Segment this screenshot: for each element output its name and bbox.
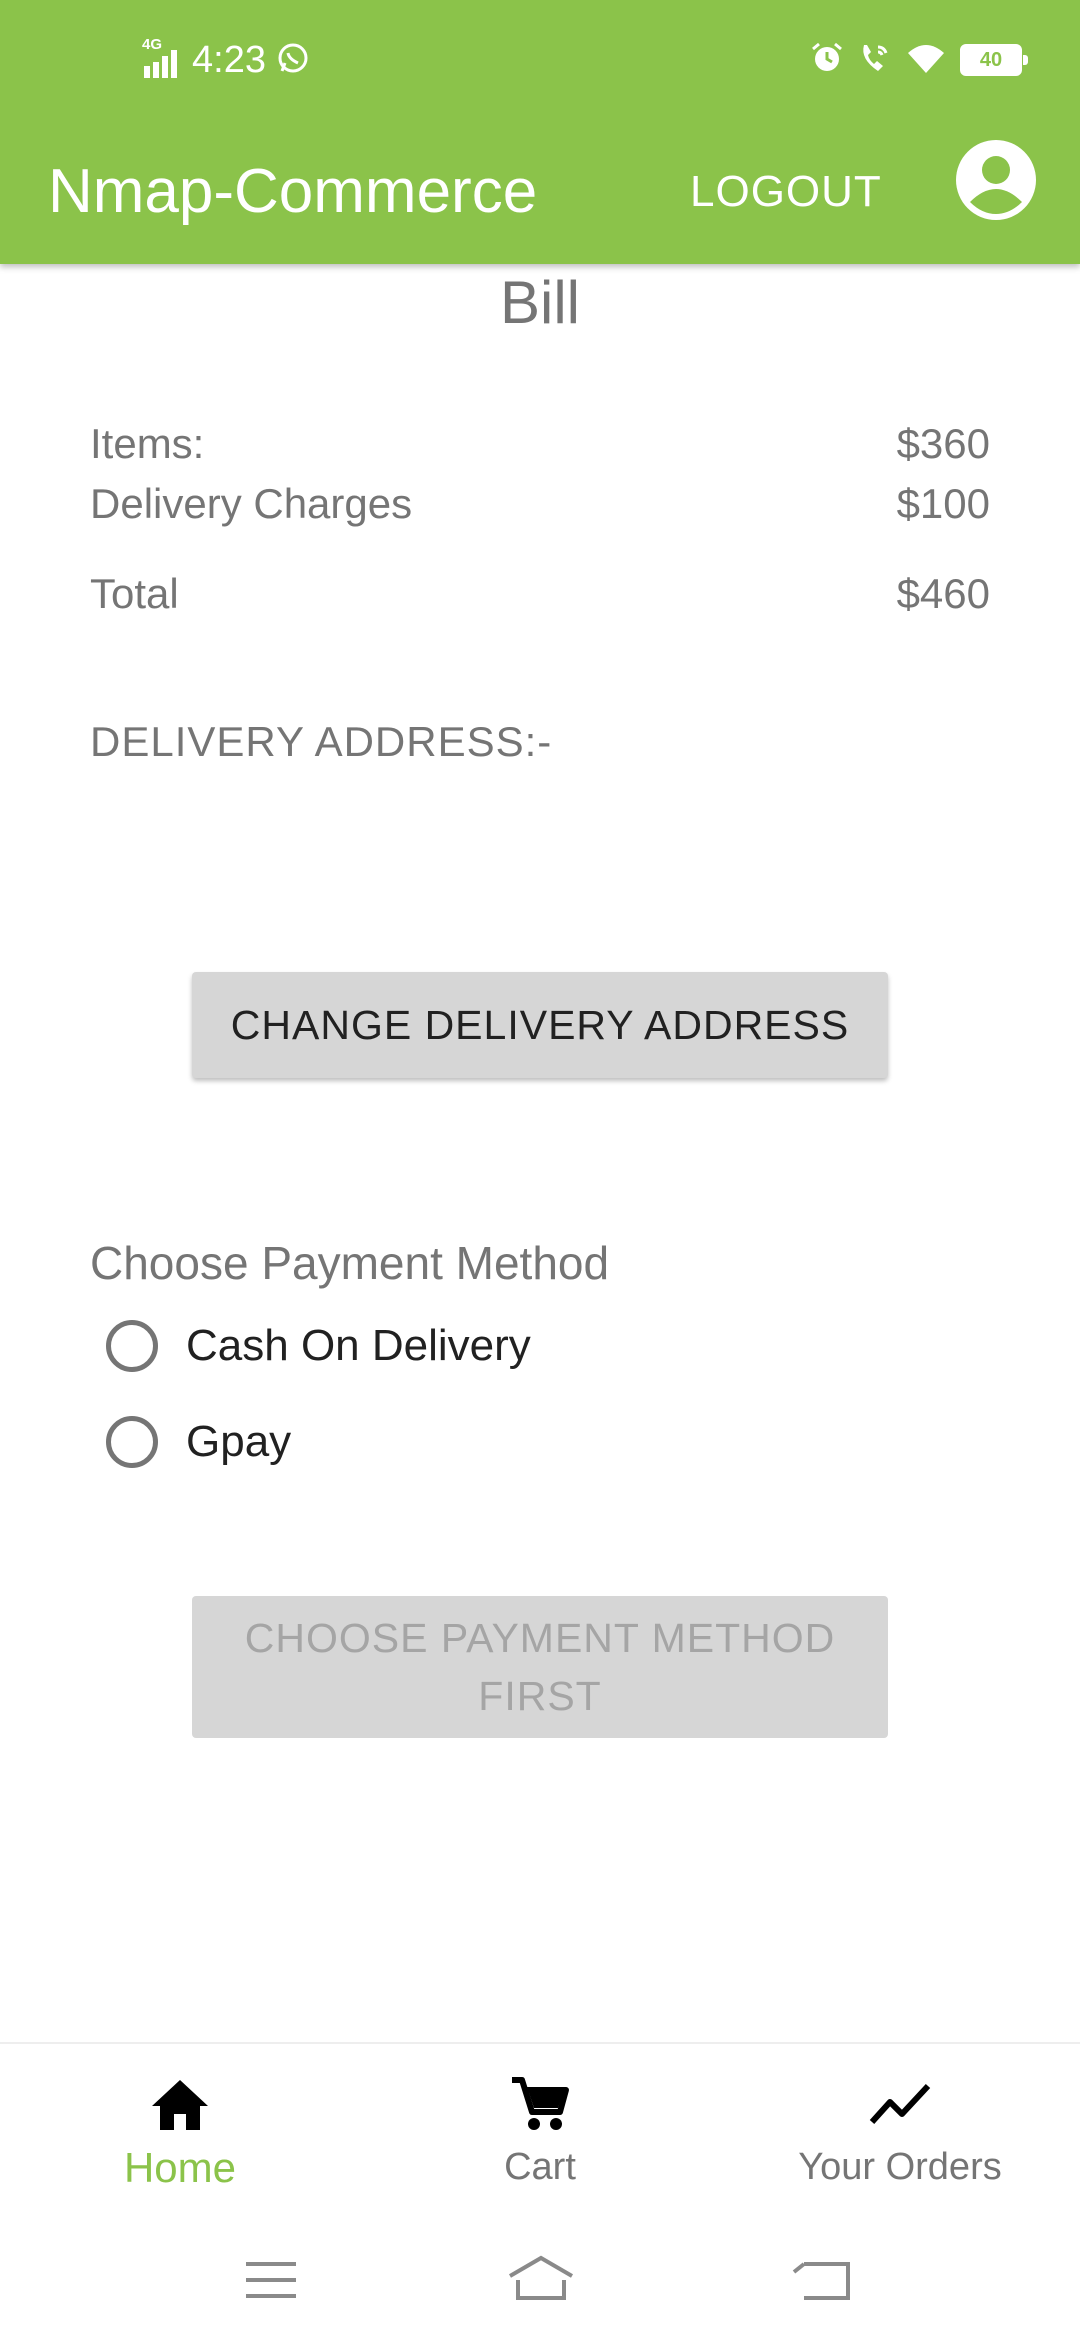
battery-icon: 40 [960,44,1028,76]
home-outline-icon[interactable] [506,2250,576,2310]
payment-option-label: Gpay [186,1417,292,1466]
trending-up-icon [868,2072,932,2136]
bill-row-label: Items: [90,420,205,467]
app-bar: 4G 4:23 40 Nmap-Commerce LOGOUT [0,0,1080,264]
change-delivery-address-button[interactable]: CHANGE DELIVERY ADDRESS [192,972,888,1078]
bill-row-delivery-charges: Delivery Charges $100 [90,480,990,528]
logout-button[interactable]: LOGOUT [690,120,882,264]
status-time: 4:23 [192,38,266,81]
payment-option-gpay[interactable]: Gpay [106,1410,291,1474]
nav-label-cart: Cart [504,2146,576,2188]
bill-title: Bill [499,269,580,336]
nav-item-your-orders[interactable]: Your Orders [720,2044,1080,2224]
status-bar: 4G 4:23 40 [0,0,1080,120]
toolbar: Nmap-Commerce LOGOUT [0,120,1080,264]
back-icon[interactable] [790,2250,860,2310]
wifi-icon [906,41,946,80]
home-icon [148,2072,212,2136]
bottom-navigation: Home Cart Your Orders [0,2042,1080,2224]
bill-row-label: Delivery Charges [90,480,413,527]
account-circle-icon[interactable] [952,136,1040,224]
system-navigation-bar [0,2222,1080,2340]
bill-row-items: Items: $360 [90,420,990,468]
payment-method-title: Choose Payment Method [90,1237,610,1289]
cellular-signal-icon: 4G [142,36,182,80]
radio-button-icon[interactable] [106,1416,158,1468]
status-left: 4G 4:23 [142,34,310,86]
bill-row-value: $460 [896,570,990,617]
bill-row-value: $360 [896,420,990,467]
nav-item-home[interactable]: Home [0,2044,360,2224]
payment-option-cash-on-delivery[interactable]: Cash On Delivery [106,1314,531,1378]
delivery-address-label: DELIVERY ADDRESS:- [90,718,553,765]
nav-label-your-orders: Your Orders [798,2146,1002,2188]
app-title: Nmap-Commerce [48,157,538,226]
cart-icon [508,2072,572,2136]
radio-button-icon[interactable] [106,1320,158,1372]
bill-row-value: $100 [896,480,990,527]
place-order-button-disabled[interactable]: CHOOSE PAYMENT METHOD FIRST [192,1596,888,1738]
whatsapp-icon [276,41,310,80]
nav-label-home: Home [123,2144,237,2191]
bill-row-label: Total [90,570,179,617]
nav-item-cart[interactable]: Cart [360,2044,720,2224]
wifi-calling-icon [858,41,892,80]
bill-row-total: Total $460 [90,570,990,618]
menu-icon[interactable] [236,2250,306,2310]
payment-option-label: Cash On Delivery [186,1321,531,1370]
status-right: 40 [810,34,1028,86]
alarm-icon [810,41,844,80]
battery-level: 40 [979,48,1003,71]
